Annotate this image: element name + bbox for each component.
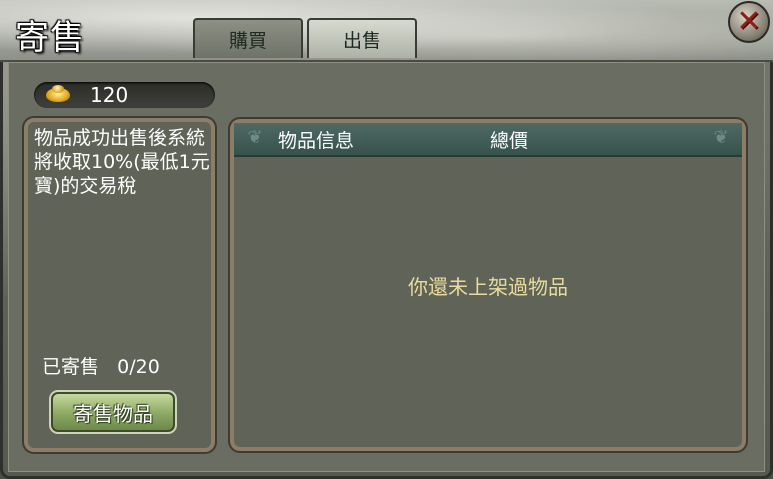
table-header: ❦ 物品信息 總價 ❦ [234,123,742,157]
consign-item-button[interactable]: 寄售物品 [49,390,177,434]
tax-notice: 物品成功出售後系統將收取10%(最低1元寶)的交易稅 [34,127,210,197]
close-icon: ✕ [736,4,762,39]
consign-count: 已寄售 0/20 [42,352,160,379]
gold-ingot-icon [46,85,70,102]
cloud-ornament-icon: ❦ [247,127,263,148]
listed-items-panel: ❦ 物品信息 總價 ❦ 你還未上架過物品 [228,117,748,453]
consign-count-label: 已寄售 [42,356,100,378]
column-total-price: 總價 [490,130,529,152]
consign-count-value: 0/20 [117,356,160,378]
cloud-ornament-icon: ❦ [713,127,729,148]
close-button[interactable]: ✕ [728,1,770,43]
empty-list-message: 你還未上架過物品 [408,275,568,299]
tab-sell[interactable]: 出售 [307,18,417,58]
column-item-info: 物品信息 [278,130,355,152]
window-title: 寄售 [15,18,85,58]
consign-info-panel: 物品成功出售後系統將收取10%(最低1元寶)的交易稅 已寄售 0/20 寄售物品 [22,116,217,454]
tab-buy[interactable]: 購買 [193,18,303,58]
gold-balance-bar: 120 [34,82,215,108]
gold-amount: 120 [90,83,129,107]
